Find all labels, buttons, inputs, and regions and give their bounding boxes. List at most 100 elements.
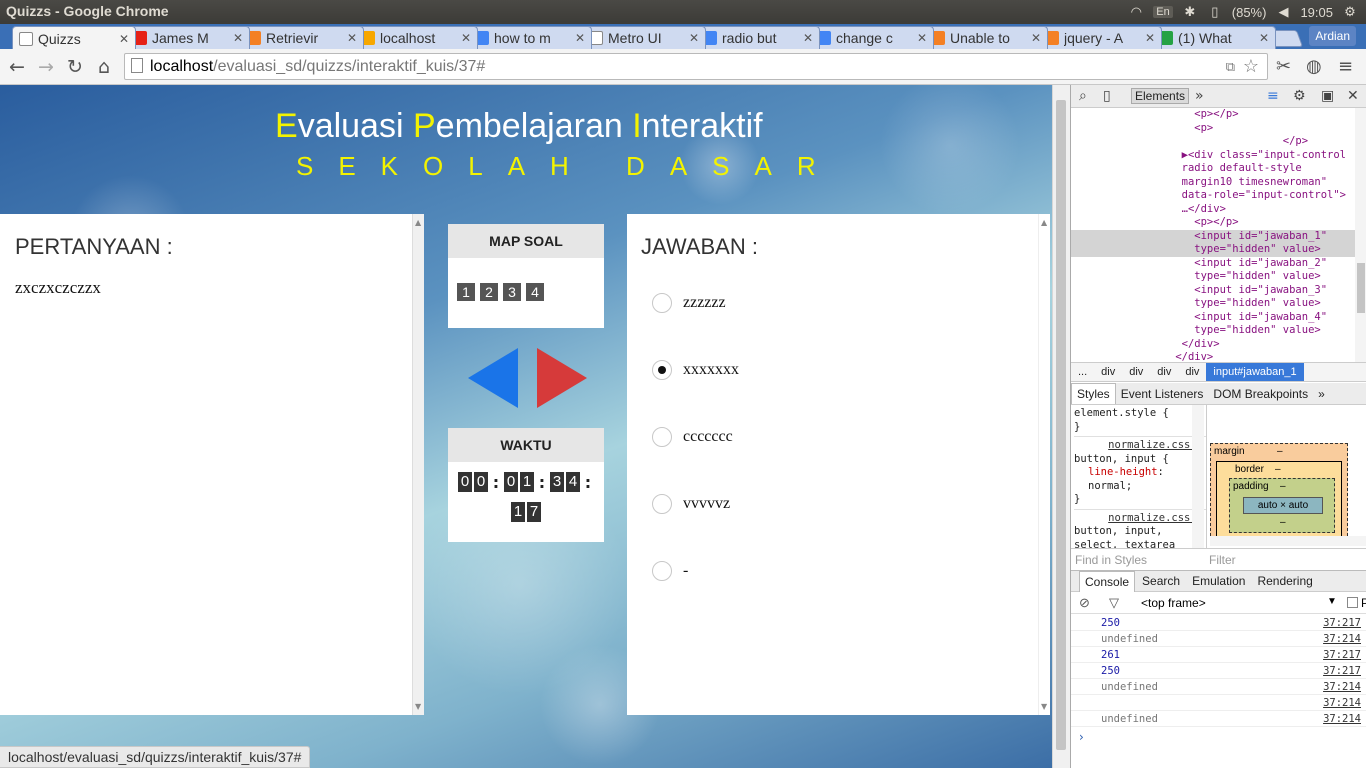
question-scrollbar[interactable]: ▲ ▼ (412, 214, 424, 715)
console-source-link[interactable]: 37:214 (1323, 695, 1361, 711)
dom-tree-scrollbar[interactable] (1355, 108, 1366, 362)
console-source-link[interactable]: 37:217 (1323, 663, 1361, 679)
answer-option[interactable]: ccccccc (652, 426, 733, 448)
wifi-icon[interactable]: ◠ (1128, 4, 1144, 20)
breadcrumb-item[interactable]: input#jawaban_1 (1206, 363, 1304, 381)
drawer-tab[interactable]: Search (1137, 574, 1185, 588)
close-devtools-icon[interactable]: ✕ (1347, 88, 1359, 104)
reload-button[interactable]: ↻ (63, 55, 87, 79)
answer-radio-button[interactable] (652, 494, 672, 514)
profile-button[interactable]: Ardian (1309, 26, 1356, 46)
console-source-link[interactable]: 37:214 (1323, 631, 1361, 647)
more-tabs-icon[interactable]: » (1195, 88, 1204, 104)
drawer-tab[interactable]: Rendering (1252, 574, 1317, 588)
dom-tree[interactable]: <p></p> <p> </p> ▶<div class="input-cont… (1071, 108, 1357, 362)
address-bar[interactable]: localhost/evaluasi_sd/quizzs/interaktif_… (124, 53, 1268, 80)
chrome-menu-icon[interactable]: ≡ (1338, 56, 1353, 77)
forward-button[interactable]: → (34, 55, 58, 79)
clear-console-icon[interactable]: ⊘ (1079, 595, 1090, 611)
find-in-styles-input[interactable]: Find in Styles (1075, 553, 1147, 567)
back-button[interactable]: ← (5, 55, 29, 79)
browser-tab[interactable]: Quizzs ✕ (12, 26, 136, 49)
close-tab-icon[interactable]: ✕ (917, 31, 927, 45)
answer-radio-button[interactable] (652, 561, 672, 581)
browser-tab[interactable]: James M ✕ (126, 26, 250, 49)
close-tab-icon[interactable]: ✕ (1145, 31, 1155, 45)
extension-tools-icon[interactable]: ✂ (1276, 56, 1291, 77)
styles-pane[interactable]: element.style {} normalize.css:1 button, i… (1071, 405, 1206, 548)
browser-tab[interactable]: Retrievir ✕ (240, 26, 364, 49)
breadcrumb-item[interactable]: div (1178, 366, 1206, 378)
breadcrumb-item[interactable]: div (1094, 366, 1122, 378)
console-source-link[interactable]: 37:217 (1323, 647, 1361, 663)
answer-option[interactable]: vvvvvz (652, 493, 730, 515)
console-source-link[interactable]: 37:214 (1323, 679, 1361, 695)
answer-radio-button[interactable] (652, 293, 672, 313)
breadcrumb-item[interactable]: div (1150, 366, 1178, 378)
console-source-link[interactable]: 37:214 (1323, 711, 1361, 727)
browser-tab[interactable]: localhost ✕ (354, 26, 478, 49)
page-scrollbar-thumb[interactable] (1056, 100, 1066, 750)
computed-filter-input[interactable]: Filter (1209, 553, 1236, 567)
styles-subtab[interactable]: Event Listeners (1116, 387, 1209, 401)
home-button[interactable]: ⌂ (92, 55, 116, 79)
previous-question-arrow-icon[interactable] (468, 348, 518, 408)
console-drawer-icon[interactable]: ≡ (1267, 88, 1279, 104)
dock-side-icon[interactable]: ▣ (1321, 88, 1334, 104)
keyboard-language-indicator[interactable]: En (1153, 6, 1173, 18)
extension-globe-icon[interactable]: ◍ (1306, 56, 1322, 77)
dom-node-line[interactable]: </div> (1071, 351, 1357, 362)
dom-node-line[interactable]: <p> (1071, 122, 1357, 136)
styles-scrollbar[interactable] (1192, 405, 1204, 548)
volume-icon[interactable]: ◀ (1275, 4, 1291, 20)
question-map-number[interactable]: 1 (457, 283, 475, 301)
frame-dropdown-chevron-icon[interactable]: ▼ (1327, 596, 1337, 607)
dom-node-line[interactable]: <input id="jawaban_4" (1071, 311, 1357, 325)
answer-scrollbar[interactable]: ▲ ▼ (1038, 214, 1050, 715)
dom-node-line[interactable]: margin10 timesnewroman" (1071, 176, 1357, 190)
breadcrumb-item[interactable]: ... (1071, 366, 1094, 378)
drawer-tab[interactable]: Console (1079, 570, 1136, 592)
session-menu-icon[interactable]: ⚙ (1342, 4, 1358, 20)
browser-tab[interactable]: change c ✕ (810, 26, 934, 49)
browser-tab[interactable]: Unable to ✕ (924, 26, 1048, 49)
styles-subtab[interactable]: » (1313, 387, 1330, 401)
close-tab-icon[interactable]: ✕ (575, 31, 585, 45)
device-mode-icon[interactable]: ▯ (1103, 88, 1111, 104)
css-source-link[interactable]: normalize.css:1 (1074, 439, 1206, 453)
question-map-number[interactable]: 2 (480, 283, 498, 301)
answer-radio-button[interactable] (652, 427, 672, 447)
close-tab-icon[interactable]: ✕ (689, 31, 699, 45)
css-rule[interactable]: element.style {} (1074, 405, 1206, 437)
styles-subtab[interactable]: Styles (1071, 383, 1116, 404)
dom-node-line[interactable]: <p></p> (1071, 108, 1357, 122)
answer-radio-button[interactable] (652, 360, 672, 380)
browser-tab[interactable]: Metro UI ✕ (582, 26, 706, 49)
css-rule[interactable]: normalize.css:1 button, input, select, tex… (1074, 510, 1206, 549)
close-tab-icon[interactable]: ✕ (233, 31, 243, 45)
inspect-search-icon[interactable]: ⌕ (1079, 88, 1087, 104)
page-scrollbar[interactable] (1052, 85, 1070, 768)
dom-node-line[interactable]: </div> (1071, 338, 1357, 352)
box-model-scrollbar[interactable] (1210, 536, 1366, 546)
breadcrumb-item[interactable]: div (1122, 366, 1150, 378)
next-question-arrow-icon[interactable] (537, 348, 587, 408)
scroll-up-icon[interactable]: ▲ (415, 218, 421, 227)
settings-gear-icon[interactable]: ⚙ (1293, 88, 1306, 104)
dom-node-line[interactable]: ▶<div class="input-control (1071, 149, 1357, 163)
dom-tree-scrollbar-thumb[interactable] (1357, 263, 1365, 313)
preserve-log-checkbox[interactable] (1347, 597, 1358, 608)
bookmark-star-icon[interactable]: ☆ (1243, 54, 1259, 79)
filter-funnel-icon[interactable]: ▽ (1109, 595, 1119, 611)
console-prompt-icon[interactable]: › (1079, 730, 1084, 744)
dom-node-line[interactable]: type="hidden" value> (1071, 243, 1357, 257)
dom-node-line[interactable]: <input id="jawaban_3" (1071, 284, 1357, 298)
styles-subtab[interactable]: DOM Breakpoints (1208, 387, 1313, 401)
clock[interactable]: 19:05 (1300, 5, 1333, 20)
scroll-down-icon[interactable]: ▼ (415, 702, 421, 711)
battery-icon[interactable]: ▯ (1207, 4, 1223, 20)
answer-option[interactable]: xxxxxxx (652, 359, 739, 381)
css-rule[interactable]: normalize.css:1 button, input {line-heigh… (1074, 437, 1206, 510)
dom-node-line[interactable]: type="hidden" value> (1071, 297, 1357, 311)
page-info-icon[interactable] (131, 58, 143, 73)
